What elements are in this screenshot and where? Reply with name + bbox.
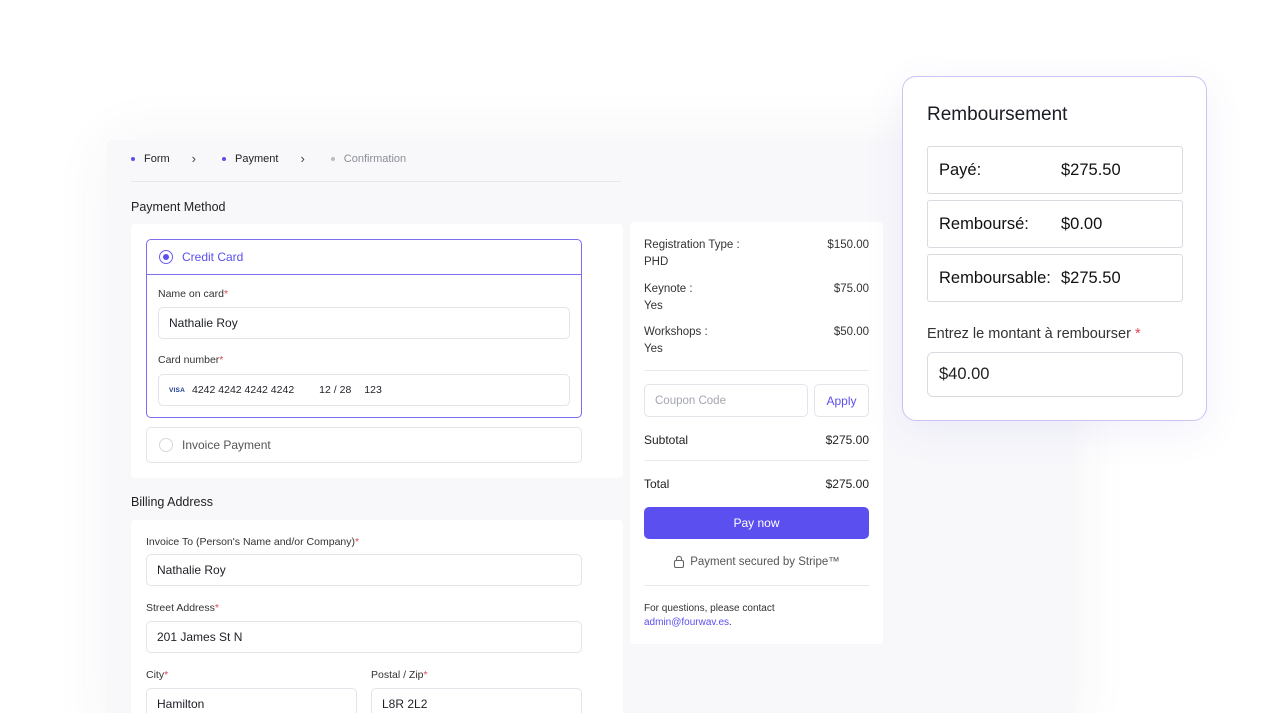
lock-icon bbox=[674, 555, 685, 568]
billing-address-title: Billing Address bbox=[131, 495, 213, 509]
help-contact: For questions, please contact admin@four… bbox=[644, 602, 775, 630]
step-label: Confirmation bbox=[343, 152, 407, 165]
order-summary-card: Registration Type : $150.00 PHD Keynote … bbox=[630, 222, 883, 644]
invoice-to-value: Nathalie Roy bbox=[157, 563, 226, 577]
subtotal-value: $275.00 bbox=[825, 433, 869, 447]
summary-item-keynote: Keynote : $75.00 Yes bbox=[644, 281, 869, 317]
summary-item-price: $75.00 bbox=[833, 283, 869, 295]
summary-item-registration: Registration Type : $150.00 PHD bbox=[644, 237, 869, 273]
summary-item-key: Keynote : bbox=[644, 283, 693, 295]
step-dot bbox=[330, 156, 335, 161]
city-value: Hamilton bbox=[157, 697, 205, 711]
help-period: . bbox=[729, 617, 732, 628]
summary-divider bbox=[644, 460, 869, 461]
payment-method-title: Payment Method bbox=[131, 200, 226, 214]
name-on-card-label: Name on card* bbox=[158, 288, 229, 300]
refund-refunded-label: Remboursé: bbox=[939, 214, 1029, 233]
summary-divider bbox=[644, 370, 869, 371]
credit-card-header[interactable]: Credit Card bbox=[147, 240, 581, 275]
subtotal-label: Subtotal bbox=[644, 433, 689, 447]
summary-item-price: $150.00 bbox=[827, 239, 869, 251]
credit-card-label: Credit Card bbox=[182, 250, 244, 264]
subtotal-row: Subtotal $275.00 bbox=[644, 433, 869, 447]
invoice-to-input[interactable]: Nathalie Roy bbox=[146, 554, 582, 586]
credit-card-radio[interactable] bbox=[159, 250, 173, 264]
postal-label: Postal / Zip* bbox=[371, 669, 428, 681]
billing-address-card: Invoice To (Person's Name and/or Company… bbox=[131, 520, 623, 713]
summary-item-key: Workshops : bbox=[644, 326, 708, 338]
refund-panel: Remboursement Payé: $275.50 Remboursé: $… bbox=[902, 76, 1207, 421]
payment-secured-note: Payment secured by Stripe™ bbox=[644, 555, 869, 568]
refund-paid-label: Payé: bbox=[939, 160, 982, 179]
name-on-card-value: Nathalie Roy bbox=[169, 316, 238, 330]
refund-amount-label: Entrez le montant à rembourser * bbox=[927, 326, 1141, 342]
card-number-label: Card number* bbox=[158, 354, 224, 366]
coupon-placeholder: Coupon Code bbox=[655, 394, 726, 407]
card-number-value: 4242 4242 4242 4242 bbox=[191, 384, 295, 396]
summary-divider bbox=[644, 585, 869, 586]
summary-item-key: Registration Type : bbox=[644, 239, 740, 251]
city-label: City* bbox=[146, 669, 169, 681]
invoice-payment-radio[interactable] bbox=[159, 438, 173, 452]
postal-input[interactable]: L8R 2L2 bbox=[371, 688, 582, 713]
refund-refundable-label: Remboursable: bbox=[939, 268, 1051, 287]
summary-item-sub: Yes bbox=[644, 343, 663, 355]
summary-item-sub: PHD bbox=[644, 256, 669, 268]
city-input[interactable]: Hamilton bbox=[146, 688, 357, 713]
step-label: Form bbox=[144, 152, 170, 165]
stepper-divider bbox=[131, 181, 621, 182]
street-address-value: 201 James St N bbox=[157, 630, 243, 644]
card-cvc-value[interactable]: 123 bbox=[364, 384, 382, 396]
step-payment[interactable]: Payment bbox=[222, 153, 278, 165]
refund-refunded-row: Remboursé: $0.00 bbox=[927, 200, 1183, 248]
refund-paid-value: $275.50 bbox=[1061, 160, 1121, 179]
refund-refundable-value: $275.50 bbox=[1061, 268, 1121, 287]
refund-amount-input[interactable]: $40.00 bbox=[927, 352, 1183, 397]
pay-now-button[interactable]: Pay now bbox=[644, 507, 869, 539]
help-email-link[interactable]: admin@fourwav.es bbox=[644, 617, 729, 628]
street-address-label: Street Address* bbox=[146, 602, 219, 614]
refund-refunded-value: $0.00 bbox=[1061, 214, 1103, 233]
refund-title: Remboursement bbox=[927, 104, 1068, 125]
payment-method-card: Credit Card Name on card* Nathalie Roy C… bbox=[131, 224, 623, 478]
invoice-to-label: Invoice To (Person's Name and/or Company… bbox=[146, 536, 360, 548]
invoice-payment-option[interactable]: Invoice Payment bbox=[146, 427, 582, 463]
help-text: For questions, please contact bbox=[644, 603, 775, 614]
card-number-input[interactable]: VISA 4242 4242 4242 4242 12 / 28 123 bbox=[158, 374, 570, 406]
step-label: Payment bbox=[235, 152, 279, 165]
total-value: $275.00 bbox=[825, 477, 869, 491]
visa-icon: VISA bbox=[169, 386, 185, 394]
summary-item-price: $50.00 bbox=[833, 326, 869, 338]
checkout-stepper: Form › Payment › Confirmation bbox=[131, 151, 406, 166]
coupon-code-input[interactable]: Coupon Code bbox=[644, 384, 808, 417]
street-address-input[interactable]: 201 James St N bbox=[146, 621, 582, 653]
name-on-card-input[interactable]: Nathalie Roy bbox=[158, 307, 570, 339]
step-confirmation[interactable]: Confirmation bbox=[330, 152, 407, 165]
chevron-right-icon: › bbox=[300, 151, 305, 166]
refund-refundable-row: Remboursable: $275.50 bbox=[927, 254, 1183, 302]
total-label: Total bbox=[644, 477, 670, 491]
total-row: Total $275.00 bbox=[644, 477, 869, 491]
chevron-right-icon: › bbox=[191, 151, 197, 166]
refund-amount-value: $40.00 bbox=[939, 365, 990, 383]
apply-coupon-button[interactable]: Apply bbox=[814, 384, 869, 417]
card-expiry-value[interactable]: 12 / 28 bbox=[319, 384, 351, 396]
summary-item-workshops: Workshops : $50.00 Yes bbox=[644, 324, 869, 360]
summary-item-sub: Yes bbox=[644, 300, 663, 312]
step-form[interactable]: Form bbox=[131, 153, 170, 165]
step-dot bbox=[222, 156, 227, 161]
postal-value: L8R 2L2 bbox=[382, 697, 428, 711]
refund-paid-row: Payé: $275.50 bbox=[927, 146, 1183, 194]
invoice-payment-label: Invoice Payment bbox=[182, 438, 271, 452]
step-dot bbox=[131, 156, 135, 161]
secured-label: Payment secured by Stripe™ bbox=[690, 555, 840, 568]
credit-card-option: Credit Card Name on card* Nathalie Roy C… bbox=[146, 239, 582, 418]
